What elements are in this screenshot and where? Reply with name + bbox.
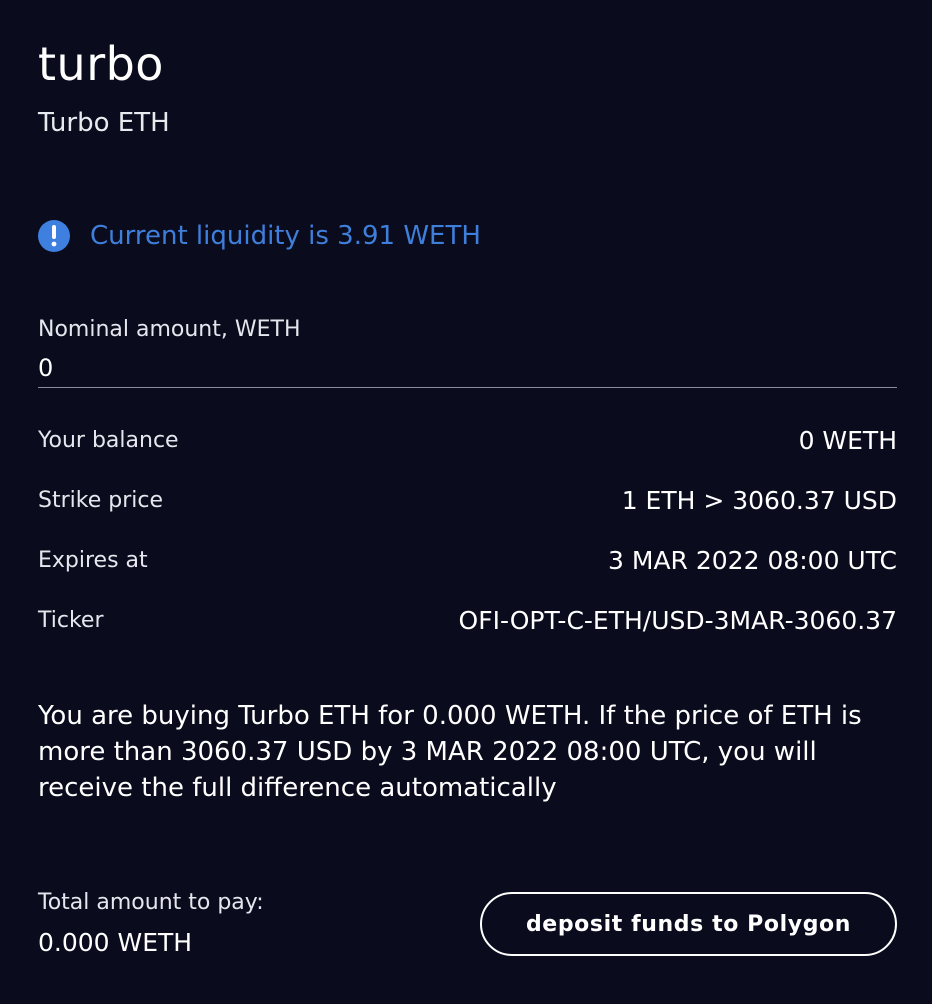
detail-value: 0 WETH: [798, 425, 897, 455]
detail-row-expires-at: Expires at 3 MAR 2022 08:00 UTC: [38, 530, 897, 590]
detail-label: Strike price: [38, 487, 163, 513]
detail-label: Your balance: [38, 427, 179, 453]
detail-row-balance: Your balance 0 WETH: [38, 410, 897, 470]
detail-value: 1 ETH > 3060.37 USD: [621, 485, 897, 515]
detail-label: Ticker: [38, 607, 104, 633]
page-subtitle: Turbo ETH: [38, 108, 170, 138]
total-amount-label: Total amount to pay:: [38, 890, 264, 915]
details-list: Your balance 0 WETH Strike price 1 ETH >…: [38, 410, 897, 650]
exclamation-icon: [38, 220, 70, 252]
nominal-amount-label: Nominal amount, WETH: [38, 317, 301, 342]
liquidity-alert-text: Current liquidity is 3.91 WETH: [90, 221, 481, 251]
deposit-funds-button[interactable]: deposit funds to Polygon: [480, 892, 897, 956]
detail-row-strike-price: Strike price 1 ETH > 3060.37 USD: [38, 470, 897, 530]
detail-value: OFI-OPT-C-ETH/USD-3MAR-3060.37: [458, 605, 897, 635]
total-amount-value: 0.000 WETH: [38, 928, 193, 957]
liquidity-alert: Current liquidity is 3.91 WETH: [38, 216, 481, 256]
nominal-amount-input[interactable]: [38, 348, 897, 388]
detail-label: Expires at: [38, 547, 148, 573]
detail-value: 3 MAR 2022 08:00 UTC: [608, 545, 897, 575]
option-purchase-panel: turbo Turbo ETH Current liquidity is 3.9…: [0, 0, 932, 1004]
detail-row-ticker: Ticker OFI-OPT-C-ETH/USD-3MAR-3060.37: [38, 590, 897, 650]
page-title: turbo: [38, 37, 164, 91]
purchase-description: You are buying Turbo ETH for 0.000 WETH.…: [38, 701, 862, 803]
